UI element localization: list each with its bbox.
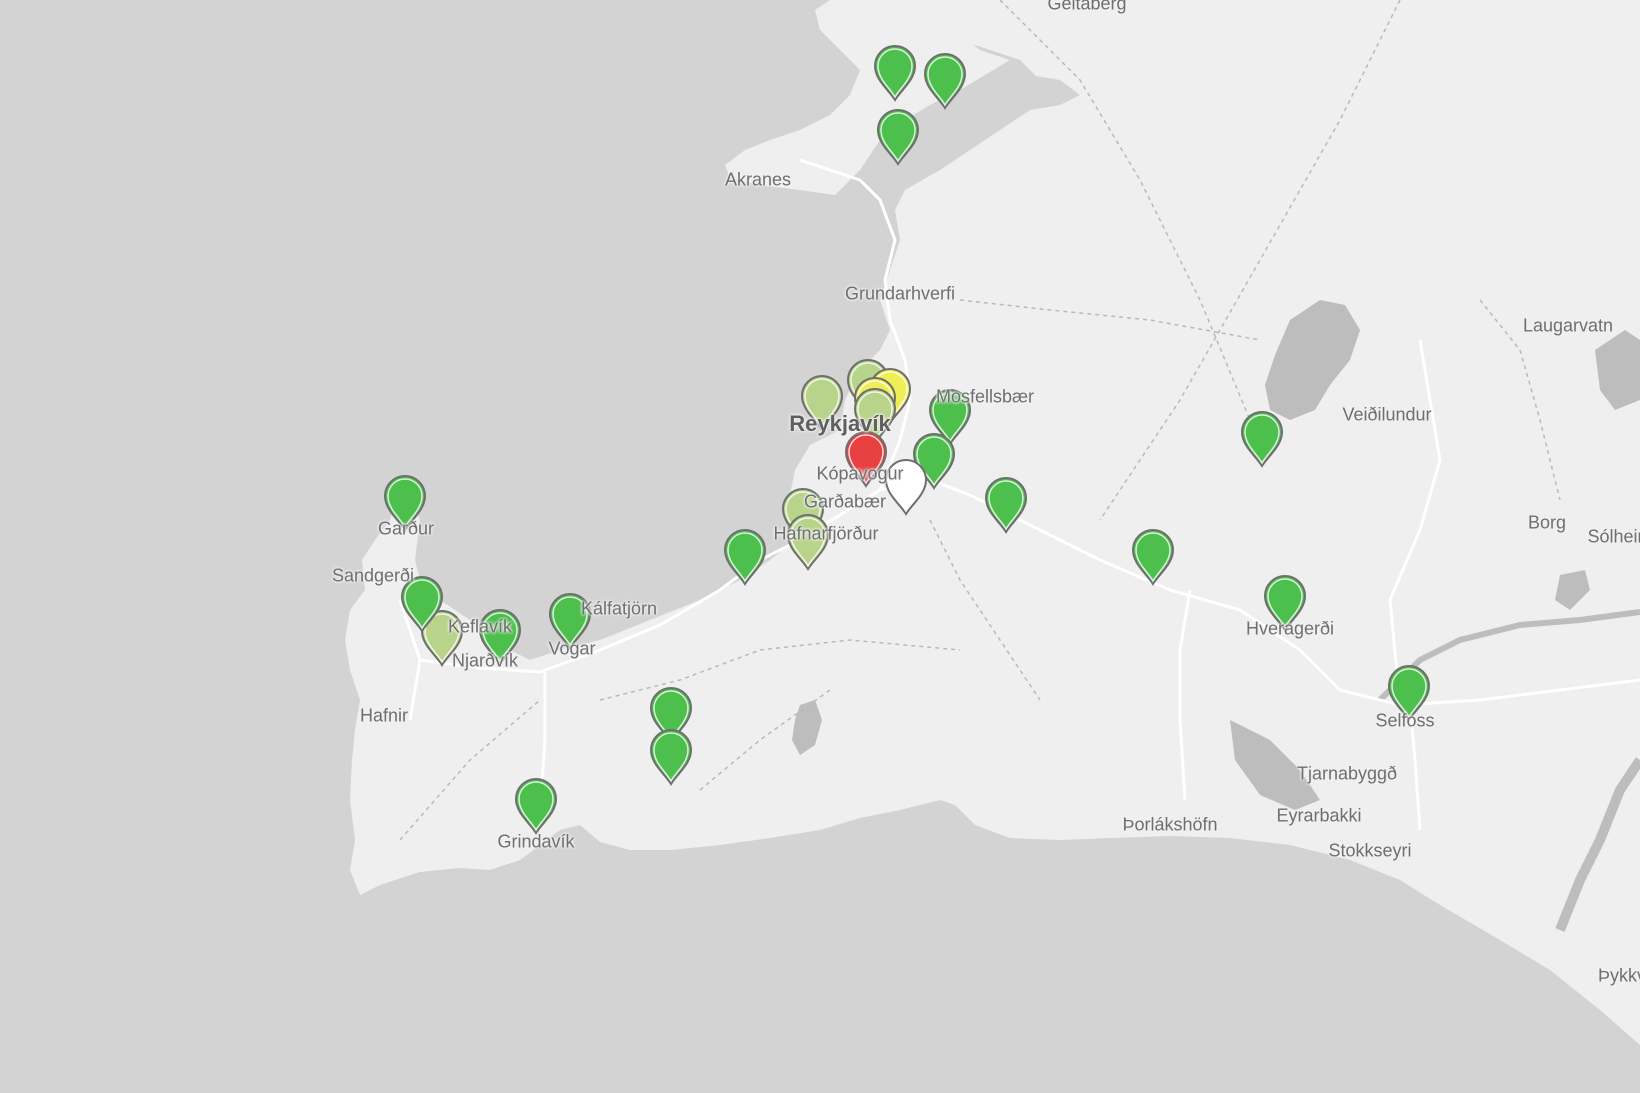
map-canvas[interactable]: [0, 0, 1640, 1093]
map-view[interactable]: Geitaberg Akranes Grundarhverfi Laugarva…: [0, 0, 1640, 1093]
